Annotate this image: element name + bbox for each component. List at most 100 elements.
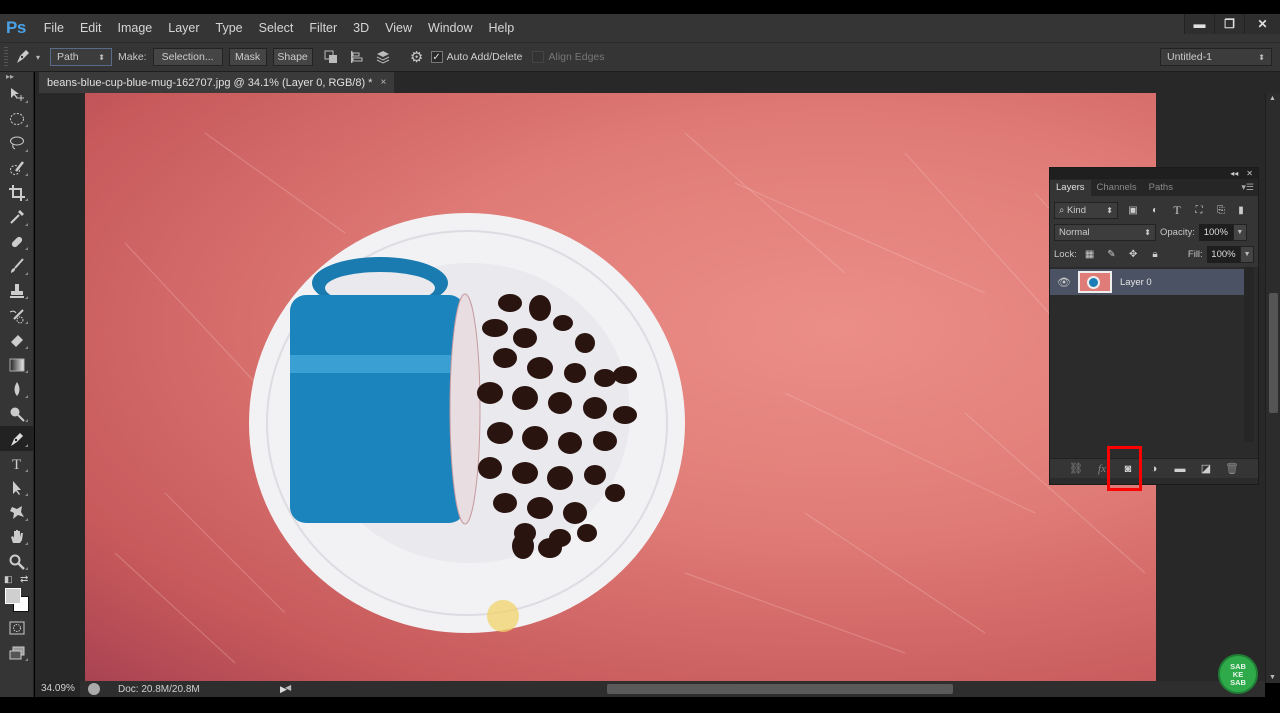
clone-stamp-tool[interactable] — [0, 279, 34, 304]
brush-icon — [11, 258, 24, 274]
lock-image-pixels-icon[interactable]: ✎ — [1105, 249, 1119, 260]
trash-icon[interactable]: 🗑︎ — [1224, 462, 1240, 475]
filter-toggle-icon[interactable]: ▮ — [1234, 205, 1248, 216]
path-alignment-button[interactable] — [345, 47, 369, 67]
dodge-tool[interactable] — [0, 402, 34, 427]
menu-edit[interactable]: Edit — [72, 21, 110, 35]
menu-filter[interactable]: Filter — [301, 21, 345, 35]
lock-position-icon[interactable]: ✥ — [1126, 249, 1140, 260]
fill-slider-toggle[interactable]: ▼ — [1240, 245, 1255, 263]
close-window-button[interactable]: ✕ — [1244, 14, 1280, 34]
workspace-select[interactable]: Untitled-1 ⬍ — [1160, 48, 1272, 66]
scroll-left-icon[interactable]: ◀ — [285, 683, 291, 692]
swap-colors-icon[interactable]: ⇄ — [20, 574, 28, 585]
document-image[interactable] — [85, 93, 1156, 681]
tool-preset-picker[interactable]: ▾ — [8, 47, 46, 68]
menu-layer[interactable]: Layer — [160, 21, 207, 35]
status-info-icon[interactable] — [88, 683, 100, 695]
custom-shape-tool[interactable] — [0, 500, 34, 525]
opacity-input[interactable]: 100% — [1198, 223, 1233, 241]
menu-help[interactable]: Help — [481, 21, 523, 35]
smart-object-filter-icon[interactable]: ⎘ — [1214, 205, 1228, 216]
tab-layers[interactable]: Layers — [1050, 180, 1091, 196]
scroll-down-icon[interactable]: ▼ — [1269, 674, 1276, 681]
quick-selection-tool[interactable] — [0, 156, 34, 181]
make-selection-button[interactable]: Selection... — [152, 48, 223, 66]
align-edges-checkbox[interactable] — [532, 51, 545, 63]
menu-image[interactable]: Image — [110, 21, 161, 35]
collapse-panel-icon[interactable]: ◂◂ — [1230, 169, 1238, 178]
layers-panel-body: ⌕ Kind ⬍ ▣ ◐ T ⛶ ⎘ ▮ Normal ⬍ Opacity: 1… — [1050, 196, 1258, 447]
tutorial-highlight-box — [1107, 446, 1142, 491]
pen-settings-button[interactable]: ⚙ — [405, 47, 429, 67]
adjustment-layer-icon[interactable]: ◑ — [1146, 463, 1162, 475]
blend-mode-select[interactable]: Normal ⬍ — [1054, 223, 1156, 241]
blur-tool[interactable] — [0, 377, 34, 402]
menu-3d[interactable]: 3D — [345, 21, 377, 35]
hand-tool[interactable] — [0, 525, 34, 550]
menu-window[interactable]: Window — [420, 21, 480, 35]
layer-name[interactable]: Layer 0 — [1120, 277, 1152, 288]
new-group-icon[interactable]: ▬ — [1172, 463, 1188, 475]
layers-list-scrollbar[interactable] — [1244, 267, 1254, 442]
visibility-eye-icon[interactable]: 👁︎ — [1050, 276, 1078, 289]
screen-mode-button[interactable] — [0, 640, 34, 665]
vertical-scrollbar[interactable]: ▲ ▼ — [1265, 93, 1280, 683]
opacity-slider-toggle[interactable]: ▼ — [1232, 223, 1247, 241]
make-mask-button[interactable]: Mask — [228, 48, 267, 66]
menu-select[interactable]: Select — [251, 21, 302, 35]
pen-mode-select[interactable]: Path ⬍ — [50, 48, 112, 66]
default-colors-icon[interactable]: ◧ — [4, 574, 13, 585]
make-shape-button[interactable]: Shape — [272, 48, 313, 66]
link-layers-icon[interactable]: ⛓ — [1068, 462, 1084, 475]
adjustment-filter-icon[interactable]: ◐ — [1148, 205, 1162, 216]
panel-menu-icon[interactable]: ▾☰ — [1241, 182, 1254, 193]
expand-panel-icon[interactable]: ▸▸ — [0, 72, 33, 82]
gradient-tool[interactable] — [0, 353, 34, 378]
new-layer-icon[interactable]: ◪ — [1198, 462, 1214, 475]
brush-tool[interactable] — [0, 254, 34, 279]
restore-button[interactable]: ❐ — [1214, 14, 1244, 34]
tab-paths[interactable]: Paths — [1143, 180, 1179, 196]
minimize-button[interactable]: ▬ — [1184, 14, 1214, 34]
zoom-tool[interactable] — [0, 549, 34, 574]
shape-filter-icon[interactable]: ⛶ — [1192, 205, 1206, 216]
path-operations-button[interactable] — [319, 47, 343, 67]
horizontal-scrollbar[interactable]: ◀ — [285, 681, 1245, 697]
path-selection-tool[interactable] — [0, 476, 34, 501]
document-tab[interactable]: beans-blue-cup-blue-mug-162707.jpg @ 34.… — [39, 72, 395, 93]
path-arrangement-button[interactable] — [371, 47, 395, 67]
healing-brush-tool[interactable] — [0, 230, 34, 255]
scroll-up-icon[interactable]: ▲ — [1269, 95, 1276, 102]
lock-all-icon[interactable]: 🔒︎ — [1148, 249, 1162, 260]
menu-file[interactable]: File — [36, 21, 72, 35]
layer-row[interactable]: 👁︎ Layer 0 — [1050, 269, 1245, 295]
eraser-tool[interactable] — [0, 328, 34, 353]
tab-channels[interactable]: Channels — [1091, 180, 1143, 196]
crop-tool[interactable] — [0, 180, 34, 205]
pen-tool[interactable] — [0, 426, 34, 451]
type-tool[interactable]: T — [0, 451, 34, 476]
foreground-color-swatch[interactable] — [5, 587, 21, 604]
eyedropper-tool[interactable] — [0, 205, 34, 230]
menu-view[interactable]: View — [377, 21, 420, 35]
auto-add-delete-checkbox[interactable]: ✓ — [430, 51, 443, 63]
updown-arrow-icon: ⬍ — [98, 52, 105, 62]
lasso-tool[interactable] — [0, 131, 34, 156]
filter-kind-select[interactable]: ⌕ Kind ⬍ — [1054, 201, 1118, 219]
history-brush-tool[interactable] — [0, 303, 34, 328]
quick-mask-button[interactable] — [0, 616, 34, 641]
menu-type[interactable]: Type — [208, 21, 251, 35]
zoom-level[interactable]: 34.09% — [35, 681, 80, 697]
close-tab-icon[interactable]: × — [380, 77, 386, 88]
window-controls: ▬ ❐ ✕ — [1184, 14, 1280, 34]
type-filter-icon[interactable]: T — [1170, 203, 1184, 218]
close-panel-icon[interactable]: ✕ — [1246, 169, 1253, 178]
fill-input[interactable]: 100% — [1206, 245, 1241, 263]
lock-transparent-pixels-icon[interactable]: ▦ — [1083, 249, 1097, 260]
pixel-filter-icon[interactable]: ▣ — [1126, 205, 1140, 216]
vertical-scroll-thumb[interactable] — [1269, 293, 1278, 413]
marquee-tool[interactable] — [0, 107, 34, 132]
move-tool[interactable] — [0, 82, 34, 107]
horizontal-scroll-thumb[interactable] — [607, 684, 953, 694]
